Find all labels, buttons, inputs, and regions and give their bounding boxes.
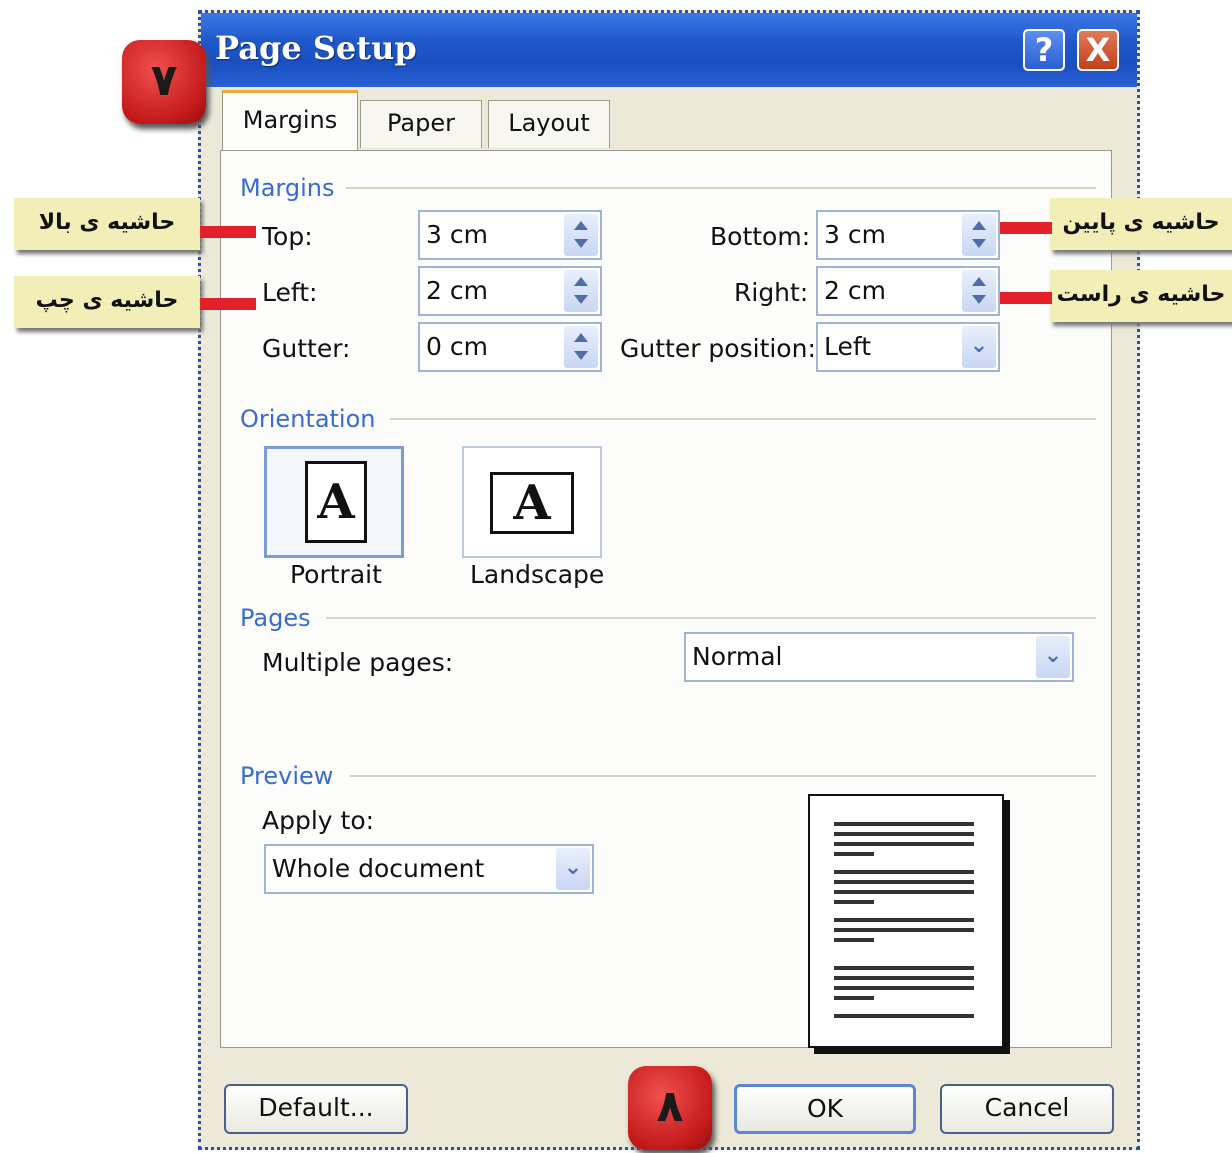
close-button[interactable]: X <box>1077 29 1119 71</box>
left-margin-input[interactable]: 2 cm <box>418 266 602 316</box>
preview-divider <box>350 775 1096 777</box>
right-margin-label: Right: <box>734 278 809 307</box>
cancel-button[interactable]: Cancel <box>940 1084 1114 1134</box>
ok-button[interactable]: OK <box>734 1084 916 1134</box>
right-margin-input[interactable]: 2 cm <box>816 266 1000 316</box>
orientation-section-title: Orientation <box>240 405 376 433</box>
right-margin-callout: حاشیه ی راست <box>1050 270 1232 322</box>
chevron-down-icon[interactable]: ⌄ <box>1036 636 1070 678</box>
gutter-position-select[interactable]: Left ⌄ <box>816 322 1000 372</box>
help-button[interactable]: ? <box>1023 29 1065 71</box>
spin-down-icon[interactable] <box>574 351 588 360</box>
pages-divider <box>326 617 1096 619</box>
top-margin-input[interactable]: 3 cm <box>418 210 602 260</box>
chevron-down-icon[interactable]: ⌄ <box>556 848 590 890</box>
preview-text-line <box>834 900 874 904</box>
portrait-label: Portrait <box>290 560 382 589</box>
gutter-label: Gutter: <box>262 334 351 363</box>
left-margin-callout: حاشیه ی چپ <box>14 276 200 328</box>
spin-down-icon[interactable] <box>574 295 588 304</box>
preview-text-line <box>834 852 874 856</box>
spin-down-icon[interactable] <box>574 239 588 248</box>
preview-text-line <box>834 880 974 884</box>
right-margin-spinner[interactable] <box>962 270 996 312</box>
multiple-pages-select[interactable]: Normal ⌄ <box>684 632 1074 682</box>
preview-text-line <box>834 890 974 894</box>
apply-to-value: Whole document <box>272 854 485 883</box>
top-margin-callout: حاشیه ی بالا <box>14 198 200 250</box>
preview-text-line <box>834 938 874 942</box>
left-margin-spinner[interactable] <box>564 270 598 312</box>
apply-to-label: Apply to: <box>262 806 375 835</box>
preview-text-line <box>834 918 974 922</box>
bottom-margin-spinner[interactable] <box>962 214 996 256</box>
spin-up-icon[interactable] <box>972 221 986 230</box>
bottom-margin-pointer <box>1000 222 1052 234</box>
gutter-value: 0 cm <box>426 332 488 361</box>
gutter-position-value: Left <box>824 332 872 361</box>
left-margin-value: 2 cm <box>426 276 488 305</box>
preview-text-line <box>834 842 974 846</box>
bottom-margin-value: 3 cm <box>824 220 886 249</box>
preview-text-line <box>834 870 974 874</box>
portrait-page-icon: A <box>305 461 367 543</box>
right-margin-pointer <box>1000 292 1052 304</box>
preview-section-title: Preview <box>240 762 334 790</box>
preview-text-line <box>834 822 974 826</box>
left-margin-label: Left: <box>262 278 318 307</box>
gutter-input[interactable]: 0 cm <box>418 322 602 372</box>
preview-text-line <box>834 966 974 970</box>
multiple-pages-value: Normal <box>692 642 783 671</box>
apply-to-select[interactable]: Whole document ⌄ <box>264 844 594 894</box>
preview-text-line <box>834 928 974 932</box>
gutter-position-label: Gutter position: <box>620 334 816 363</box>
chevron-down-icon[interactable]: ⌄ <box>962 326 996 368</box>
bottom-margin-label: Bottom: <box>710 222 811 251</box>
page-preview <box>808 794 1004 1048</box>
landscape-option[interactable]: A <box>462 446 602 558</box>
bottom-margin-callout: حاشیه ی پایین <box>1050 198 1232 250</box>
step-8-badge: ۸ <box>628 1066 712 1150</box>
bottom-margin-input[interactable]: 3 cm <box>816 210 1000 260</box>
top-margin-pointer <box>200 226 256 238</box>
title-bar[interactable]: Page Setup ? X <box>201 13 1137 87</box>
spin-up-icon[interactable] <box>574 277 588 286</box>
landscape-label: Landscape <box>470 560 605 589</box>
left-margin-pointer <box>200 298 256 310</box>
preview-text-line <box>834 986 974 990</box>
preview-text-line <box>834 1014 974 1018</box>
multiple-pages-label: Multiple pages: <box>262 648 454 677</box>
spin-down-icon[interactable] <box>972 239 986 248</box>
step-7-badge: ۷ <box>122 40 206 124</box>
spin-down-icon[interactable] <box>972 295 986 304</box>
portrait-option[interactable]: A <box>264 446 404 558</box>
landscape-page-icon: A <box>490 472 574 534</box>
margins-section-title: Margins <box>240 174 335 202</box>
window-title: Page Setup <box>215 29 417 67</box>
top-margin-label: Top: <box>262 222 313 251</box>
gutter-spinner[interactable] <box>564 326 598 368</box>
pages-section-title: Pages <box>240 604 311 632</box>
spin-up-icon[interactable] <box>574 221 588 230</box>
preview-text-line <box>834 996 874 1000</box>
margins-divider <box>346 187 1096 189</box>
top-margin-spinner[interactable] <box>564 214 598 256</box>
spin-up-icon[interactable] <box>972 277 986 286</box>
default-button[interactable]: Default... <box>224 1084 408 1134</box>
spin-up-icon[interactable] <box>574 333 588 342</box>
preview-text-line <box>834 976 974 980</box>
tab-paper[interactable]: Paper <box>360 100 482 148</box>
right-margin-value: 2 cm <box>824 276 886 305</box>
orientation-divider <box>390 418 1096 420</box>
tab-margins[interactable]: Margins <box>222 90 358 150</box>
tab-layout[interactable]: Layout <box>488 100 610 148</box>
top-margin-value: 3 cm <box>426 220 488 249</box>
preview-text-line <box>834 832 974 836</box>
